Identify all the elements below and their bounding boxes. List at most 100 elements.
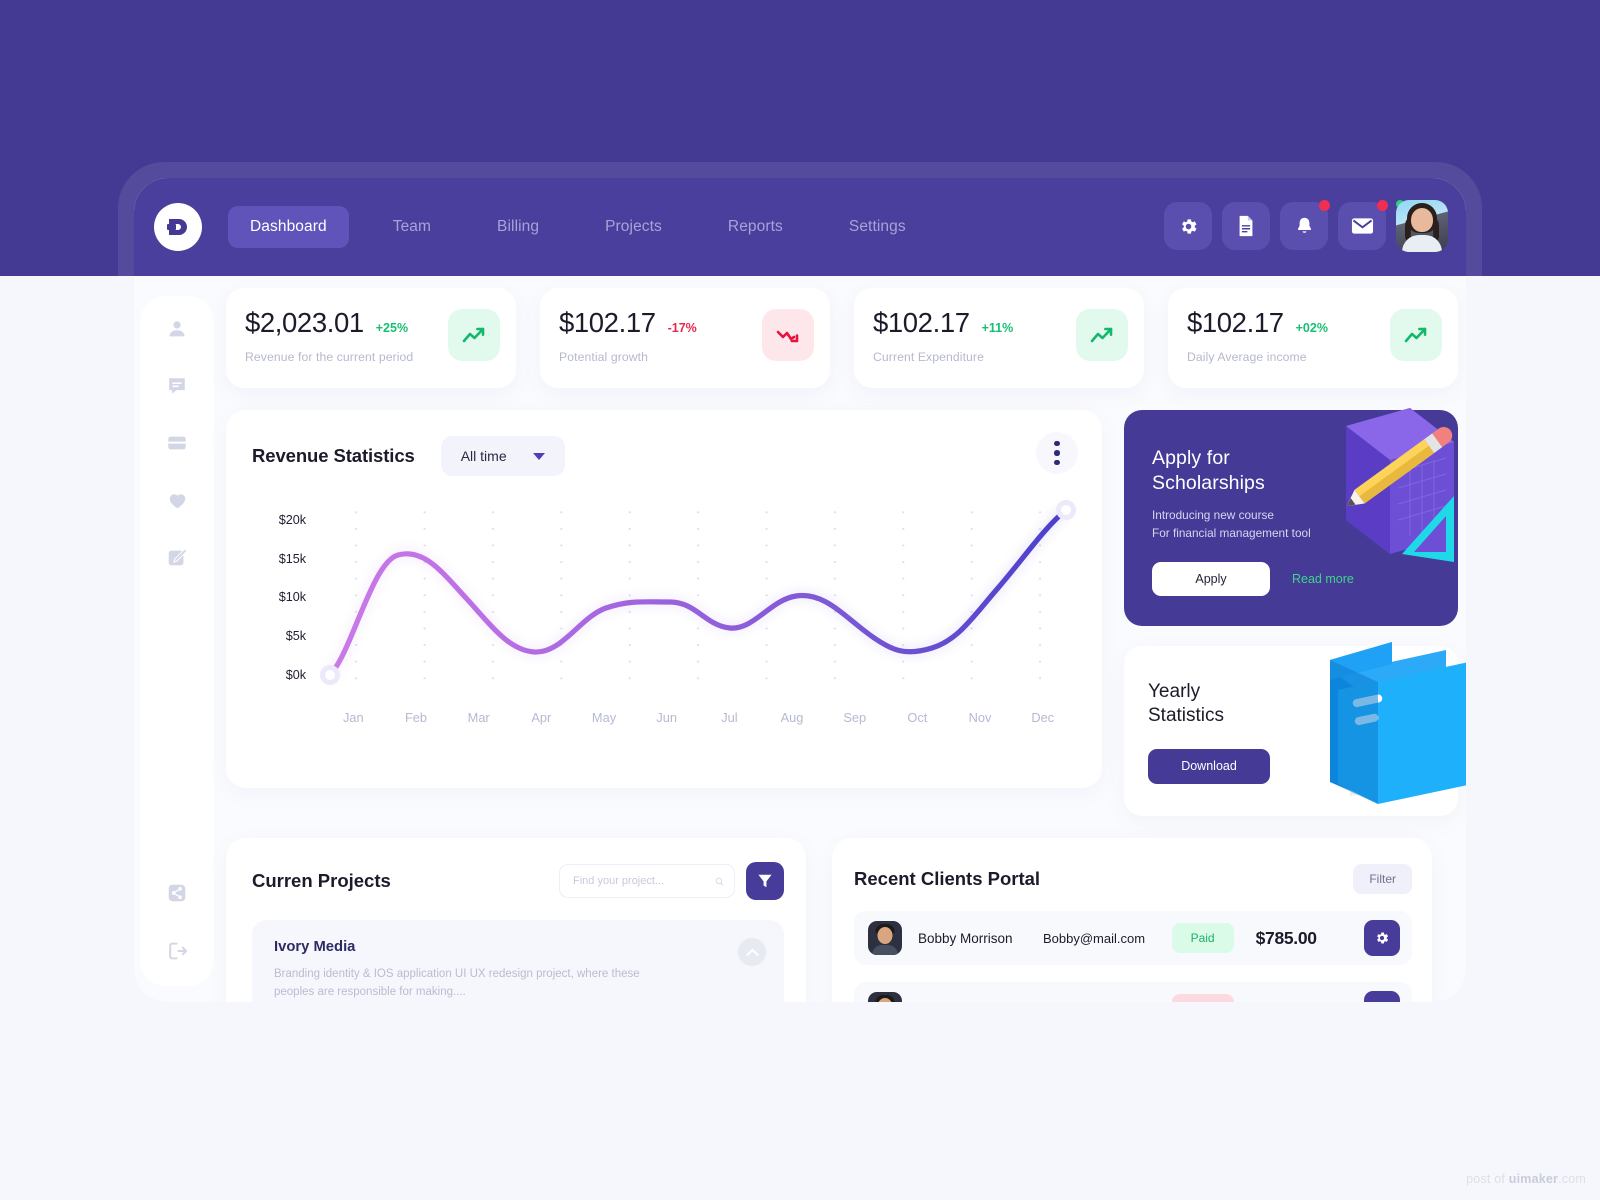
- chart-and-promo-row: Revenue Statistics All time $20k $15k $1…: [226, 408, 1466, 816]
- nav-item-team[interactable]: Team: [371, 206, 453, 248]
- sidebar-item-profile[interactable]: [164, 316, 190, 342]
- card-icon: [168, 436, 186, 450]
- client-avatar: [868, 921, 902, 955]
- sidebar-item-messages[interactable]: [164, 373, 190, 399]
- x-tick-label: Mar: [467, 710, 490, 725]
- chart-plot-area: [320, 500, 1076, 685]
- chart-line-series: [320, 500, 1076, 685]
- x-tick-label: Jun: [656, 710, 678, 725]
- nav-item-reports[interactable]: Reports: [706, 206, 805, 248]
- sidebar-item-logout[interactable]: [164, 938, 190, 964]
- user-icon: [169, 321, 185, 337]
- client-name: Bobby Morrison: [918, 930, 1013, 946]
- x-tick-label: Oct: [907, 710, 928, 725]
- watermark: post of uimaker.com: [1466, 1172, 1586, 1186]
- kpi-value: $102.17: [1187, 307, 1284, 338]
- x-tick-label: Nov: [968, 710, 992, 725]
- trend-down-icon: [776, 330, 799, 343]
- heart-icon: [169, 494, 185, 509]
- x-tick-label: Jul: [721, 710, 738, 725]
- watermark-brand: uimaker: [1508, 1172, 1559, 1186]
- x-tick-label: Aug: [780, 710, 804, 725]
- project-search[interactable]: [559, 864, 735, 898]
- clients-header: Recent Clients Portal Filter: [854, 864, 1412, 894]
- project-description: Branding identity & IOS application UI U…: [274, 968, 640, 998]
- notification-badge: [1319, 200, 1330, 211]
- x-tick-label: Jan: [343, 710, 364, 725]
- client-row[interactable]: Bobby Morrison Bobby@mail.com Paid $785.…: [854, 911, 1412, 965]
- sidebar-item-share[interactable]: [164, 880, 190, 906]
- trend-up-icon: [1090, 327, 1113, 343]
- chevron-down-icon: [532, 452, 545, 460]
- kpi-card-daily-average-income: $102.17 +02% Daily Average income: [1168, 288, 1458, 388]
- kpi-card-current-expenditure: $102.17 +11% Current Expenditure: [854, 288, 1144, 388]
- status-badge: Paid: [1171, 923, 1234, 953]
- sidebar-item-cards[interactable]: [164, 430, 190, 456]
- sidebar-item-favorites[interactable]: [164, 487, 190, 513]
- x-tick-label: May: [591, 710, 617, 725]
- chevron-up-icon: [745, 948, 759, 956]
- clients-title: Recent Clients Portal: [854, 868, 1041, 889]
- filter-button[interactable]: [746, 862, 784, 900]
- top-navigation-bar: Dashboard Team Billing Projects Reports …: [134, 178, 1466, 276]
- chart-marker-jan: [320, 665, 340, 685]
- gear-icon: [1377, 932, 1389, 944]
- revenue-line-chart: $20k $15k $10k $5k $0k Jan Feb Mar Apr M…: [252, 500, 1078, 732]
- message-badge: [1377, 200, 1388, 211]
- document-icon: [1239, 215, 1253, 237]
- scholarship-promo-card: Apply for Scholarships Introducing new c…: [1124, 408, 1458, 626]
- chart-menu-button[interactable]: [1036, 432, 1078, 474]
- main-content: $2,023.01 +25% Revenue for the current p…: [226, 288, 1466, 1002]
- yearly-statistics-card: Yearly Statistics Download: [1124, 642, 1466, 816]
- logout-icon: [168, 942, 187, 960]
- kpi-trend-badge: [1076, 309, 1128, 361]
- time-range-select[interactable]: All time: [440, 436, 565, 476]
- x-tick-label: Apr: [531, 710, 552, 725]
- kpi-card-potential-growth: $102.17 -17% Potential growth: [540, 288, 830, 388]
- app-logo[interactable]: [154, 203, 202, 251]
- nav-item-billing[interactable]: Billing: [475, 206, 561, 248]
- messages-button[interactable]: [1338, 200, 1388, 250]
- project-list-item[interactable]: Ivory Media Branding identity & IOS appl…: [252, 920, 784, 1002]
- chart-header: Revenue Statistics All time: [252, 436, 1080, 476]
- clients-filter-button[interactable]: Filter: [1353, 864, 1412, 894]
- kpi-trend-badge: [762, 309, 814, 361]
- trend-up-icon: [1404, 327, 1427, 343]
- client-row[interactable]: Bobby Morrison Bobby@mail.com Pending $9…: [854, 982, 1412, 1002]
- user-avatar[interactable]: [1394, 198, 1448, 252]
- notifications-button[interactable]: [1280, 200, 1330, 250]
- share-icon: [168, 884, 186, 902]
- logo-d-icon: [167, 219, 187, 235]
- nav-item-settings[interactable]: Settings: [827, 206, 928, 248]
- nav-item-projects[interactable]: Projects: [583, 206, 684, 248]
- sidebar-item-edit[interactable]: [164, 544, 190, 570]
- funnel-icon: [758, 874, 772, 888]
- bell-icon: [1297, 217, 1311, 233]
- kpi-value: $2,023.01: [245, 307, 364, 338]
- project-collapse-button[interactable]: [738, 938, 766, 966]
- kpi-card-revenue: $2,023.01 +25% Revenue for the current p…: [226, 288, 516, 388]
- apply-button[interactable]: Apply: [1152, 562, 1270, 597]
- client-amount: $785.00: [1255, 927, 1317, 948]
- chat-icon: [169, 378, 185, 394]
- x-tick-label: Feb: [404, 710, 428, 725]
- client-settings-button[interactable]: [1364, 991, 1400, 1002]
- nav-item-dashboard[interactable]: Dashboard: [228, 206, 349, 248]
- download-button[interactable]: Download: [1148, 748, 1270, 784]
- search-icon: [715, 877, 724, 886]
- recent-clients-card: Recent Clients Portal Filter Bobby Morri…: [832, 838, 1432, 1002]
- kpi-value: $102.17: [873, 307, 970, 338]
- topbar-actions: [1164, 198, 1448, 252]
- documents-button[interactable]: [1222, 202, 1270, 250]
- pencil-ruler-illustration: [1346, 408, 1454, 562]
- kpi-trend-badge: [1390, 309, 1442, 361]
- status-badge: Pending: [1171, 994, 1234, 1002]
- settings-button[interactable]: [1164, 202, 1212, 250]
- avatar-image: [1396, 200, 1448, 252]
- kpi-change: +11%: [981, 321, 1014, 335]
- gear-icon: [1181, 218, 1196, 234]
- page-title: Revenue Statistics: [252, 445, 415, 466]
- client-settings-button[interactable]: [1364, 920, 1400, 956]
- y-tick-label: $20k: [278, 513, 306, 527]
- search-input[interactable]: [573, 875, 715, 887]
